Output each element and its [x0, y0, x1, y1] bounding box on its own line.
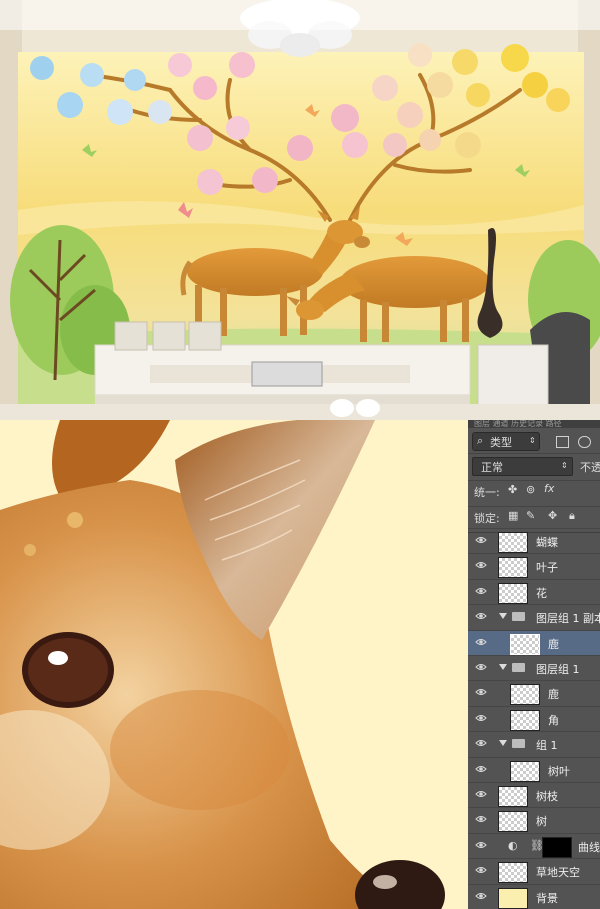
- filter-kind-value: 类型: [490, 436, 512, 449]
- layer-name[interactable]: 蝴蝶: [536, 534, 558, 550]
- layer-thumbnail[interactable]: [510, 709, 540, 731]
- layer-name[interactable]: 叶子: [536, 559, 558, 575]
- unify-style-icon[interactable]: fx: [544, 482, 554, 495]
- deer-closeup-canvas: [0, 420, 468, 909]
- lock-all-icon[interactable]: 🔒︎: [569, 509, 575, 523]
- layer-row[interactable]: 鹿: [468, 629, 600, 656]
- unify-visibility-icon[interactable]: ⊚: [526, 483, 535, 496]
- layer-row[interactable]: 蝴蝶: [468, 528, 600, 554]
- layer-row[interactable]: 鹿: [468, 680, 600, 706]
- layer-mask-thumbnail[interactable]: [542, 836, 572, 858]
- layer-thumbnail[interactable]: [498, 786, 528, 807]
- eye-icon[interactable]: [475, 738, 487, 748]
- chevron-down-icon[interactable]: [499, 664, 507, 670]
- folder-icon: [512, 663, 525, 672]
- eye-icon[interactable]: [475, 560, 487, 570]
- layer-row[interactable]: 树: [468, 807, 600, 833]
- layer-list: 蝴蝶 叶子花图层组 1 副本鹿图层组 1鹿角组 1 树叶 树枝树 ◐ ⛓ 曲线 草地天空 背景: [468, 528, 600, 909]
- layer-group-row[interactable]: 图层组 1: [468, 655, 600, 681]
- layer-filter-row: ⌕ 类型 ⇕: [468, 428, 600, 454]
- layer-name[interactable]: 鹿: [548, 686, 559, 702]
- eye-icon[interactable]: [475, 814, 487, 824]
- eye-icon[interactable]: [475, 687, 487, 697]
- curves-adjustment-icon: ◐: [508, 838, 518, 852]
- opacity-label: 不透: [580, 461, 600, 474]
- layer-row[interactable]: 角: [468, 705, 600, 732]
- unify-position-icon[interactable]: ✤: [508, 483, 517, 496]
- blend-mode-select[interactable]: 正常 ⇕: [472, 457, 573, 476]
- layer-group-row[interactable]: 组 1: [468, 731, 600, 757]
- eye-icon[interactable]: [475, 713, 487, 723]
- lock-transparent-icon[interactable]: ▦: [508, 509, 518, 522]
- search-icon: ⌕: [477, 434, 484, 447]
- eye-icon[interactable]: [475, 637, 487, 647]
- lock-paint-icon[interactable]: ✎: [526, 509, 535, 522]
- eye-icon[interactable]: [475, 840, 487, 850]
- layer-thumbnail[interactable]: [498, 582, 528, 604]
- folder-icon: [512, 739, 525, 749]
- layer-name[interactable]: 图层组 1 副本: [536, 610, 600, 626]
- eye-icon[interactable]: [475, 611, 487, 621]
- layer-name[interactable]: 组 1: [536, 737, 558, 753]
- filter-kind-select[interactable]: ⌕ 类型 ⇕: [472, 432, 540, 451]
- layer-name[interactable]: 树枝: [536, 788, 558, 804]
- layer-name[interactable]: 树: [536, 813, 547, 829]
- layer-name[interactable]: 树叶: [548, 763, 570, 779]
- layer-row[interactable]: 叶子: [468, 553, 600, 579]
- blend-mode-value: 正常: [481, 461, 503, 474]
- unify-label: 统一:: [474, 486, 500, 499]
- deer-face-closeup: [0, 420, 468, 909]
- layer-name[interactable]: 角: [548, 712, 559, 728]
- eye-icon[interactable]: [475, 764, 487, 774]
- chevron-updown-icon: ⇕: [561, 461, 568, 470]
- eye-icon[interactable]: [475, 789, 487, 799]
- filter-pixel-icon[interactable]: [556, 436, 569, 448]
- unify-row: 统一: ✤ ⊚ fx: [468, 480, 600, 507]
- layer-thumbnail[interactable]: [510, 684, 540, 706]
- mural-room-preview: [0, 0, 600, 420]
- eye-icon[interactable]: [475, 535, 487, 545]
- layer-thumbnail[interactable]: [498, 532, 528, 553]
- panel-tabs[interactable]: 图层 通道 历史记录 路径: [468, 420, 600, 428]
- layer-row[interactable]: ◐ ⛓ 曲线: [468, 832, 600, 859]
- layer-row[interactable]: 草地天空: [468, 858, 600, 884]
- layer-thumbnail[interactable]: [510, 633, 540, 655]
- layer-row[interactable]: 树叶: [468, 756, 600, 783]
- eye-icon[interactable]: [475, 586, 487, 596]
- layer-thumbnail[interactable]: [510, 760, 540, 782]
- mural-illustration: [0, 0, 600, 420]
- layer-name[interactable]: 图层组 1: [536, 661, 580, 677]
- eye-icon[interactable]: [475, 662, 487, 672]
- eye-icon[interactable]: [475, 865, 487, 875]
- filter-adjustment-icon[interactable]: [578, 436, 591, 448]
- layer-name[interactable]: 曲线: [578, 839, 600, 855]
- layers-panel: 图层 通道 历史记录 路径 ⌕ 类型 ⇕ 正常 ⇕ 不透 统一: ✤ ⊚ fx …: [468, 420, 600, 909]
- layer-thumbnail[interactable]: [498, 811, 528, 833]
- lock-label: 锁定:: [474, 512, 500, 525]
- lock-move-icon[interactable]: ✥: [548, 509, 557, 522]
- layer-name[interactable]: 背景: [536, 890, 558, 906]
- layer-name[interactable]: 花: [536, 585, 547, 601]
- layer-thumbnail[interactable]: [498, 887, 528, 909]
- blend-row: 正常 ⇕ 不透: [468, 454, 600, 481]
- chevron-down-icon[interactable]: [499, 613, 507, 620]
- layer-name[interactable]: 鹿: [548, 636, 559, 652]
- layer-thumbnail[interactable]: [498, 557, 528, 579]
- eye-icon[interactable]: [475, 891, 487, 901]
- layer-name[interactable]: 草地天空: [536, 864, 580, 880]
- layer-group-row[interactable]: 图层组 1 副本: [468, 604, 600, 630]
- chevron-down-icon[interactable]: [499, 740, 507, 747]
- chevron-updown-icon: ⇕: [529, 436, 536, 445]
- folder-icon: [512, 612, 525, 622]
- layer-row[interactable]: 树枝: [468, 782, 600, 808]
- layer-row[interactable]: 花: [468, 578, 600, 605]
- layer-row[interactable]: 背景: [468, 883, 600, 909]
- layer-thumbnail[interactable]: [498, 862, 528, 884]
